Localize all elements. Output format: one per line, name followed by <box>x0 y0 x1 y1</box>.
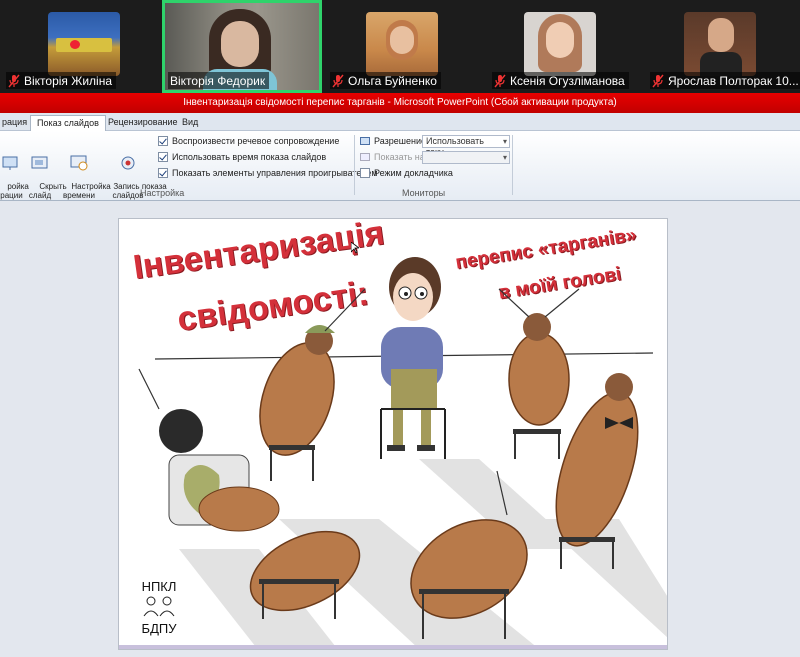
checkbox-box[interactable] <box>158 168 168 178</box>
checkbox-box[interactable] <box>158 136 168 146</box>
participant-video <box>366 12 438 76</box>
slide-workspace: Інвентаризація свідомості: перепис «тарг… <box>0 201 800 657</box>
hide-slide-button[interactable]: Скрыть слайд <box>26 137 67 209</box>
participant-name-bar: Ярослав Полторак 10... <box>650 72 800 89</box>
setup-icon <box>1 155 19 171</box>
group-separator <box>354 135 355 195</box>
ribbon-tabs: рация Показ слайдов Рецензирование Вид <box>0 113 800 131</box>
rehearse-timings-button[interactable]: Настройка времени <box>58 137 111 209</box>
participant-name: Ксенія Огузліманова <box>510 73 625 88</box>
roach-top-right <box>498 288 580 459</box>
participant-strip: Вікторія Жиліна Вікторія Федорик Ольга Б… <box>0 0 800 93</box>
mic-muted-icon <box>332 74 344 88</box>
mic-muted-icon <box>8 74 20 88</box>
window-title: Інвентаризація свідомості перепис тарган… <box>0 93 800 113</box>
slide-canvas[interactable]: Інвентаризація свідомості: перепис «тарг… <box>118 218 668 650</box>
checkbox-presenter-view[interactable]: Режим докладчика <box>360 168 453 178</box>
people-icon <box>143 596 175 617</box>
checkbox-box[interactable] <box>360 168 370 178</box>
monitor-icon <box>360 153 370 161</box>
participant-video <box>684 12 756 76</box>
participant-name: Вікторія Жиліна <box>24 73 113 88</box>
participant-video <box>524 12 596 76</box>
mic-muted-icon <box>652 74 664 88</box>
participant-name-bar: Вікторія Жиліна <box>6 72 117 89</box>
ribbon: ройка грации Скрыть слайд Настройка врем… <box>0 131 800 209</box>
setup-slideshow-button[interactable]: ройка грации <box>0 137 29 209</box>
resolution-row: Разрешение: <box>360 136 428 146</box>
checkbox-box[interactable] <box>158 152 168 162</box>
show-on-row: Показать на: <box>360 152 427 162</box>
monitor-icon <box>360 137 370 145</box>
rehearse-icon <box>70 155 88 171</box>
hide-slide-icon <box>31 155 49 171</box>
participant-tile[interactable]: Ксенія Огузліманова <box>486 0 642 93</box>
roach-with-glasses <box>138 368 280 532</box>
tab-animation[interactable]: рация <box>0 115 33 131</box>
participant-tile[interactable]: Ярослав Полторак 10... <box>644 0 800 93</box>
roach-with-cap <box>259 288 366 481</box>
participant-name: Вікторія Федорик <box>170 73 266 88</box>
participant-name-bar: Ксенія Огузліманова <box>492 72 629 89</box>
tab-review[interactable]: Рецензирование <box>102 115 184 131</box>
school-logo: НПКЛ БДПУ <box>141 579 177 636</box>
participant-name-bar: Ольга Буйненко <box>330 72 441 89</box>
participant-tile-active[interactable]: Вікторія Федорик <box>162 0 322 93</box>
checkbox-narration[interactable]: Воспроизвести речевое сопровождение <box>158 136 339 146</box>
participant-tile[interactable]: Вікторія Жиліна <box>0 0 160 93</box>
tab-view[interactable]: Вид <box>176 115 204 131</box>
record-icon <box>119 155 137 171</box>
slide-bottom-border <box>119 645 667 649</box>
person-figure <box>380 257 446 459</box>
mic-muted-icon <box>494 74 506 88</box>
powerpoint-window: Інвентаризація свідомості перепис тарган… <box>0 93 800 657</box>
participant-name: Ярослав Полторак 10... <box>668 73 799 88</box>
group-label-monitors: Мониторы <box>402 188 446 198</box>
show-on-dropdown[interactable] <box>422 151 510 164</box>
group-label-setup: Настройка <box>140 188 185 198</box>
cockroach-illustration <box>138 257 667 649</box>
resolution-dropdown[interactable]: Использовать теку... <box>422 135 510 157</box>
participant-video <box>48 12 120 76</box>
participant-tile[interactable]: Ольга Буйненко <box>324 0 484 93</box>
checkbox-use-timings[interactable]: Использовать время показа слайдов <box>158 152 326 162</box>
participant-name: Ольга Буйненко <box>348 73 437 88</box>
checkbox-show-controls[interactable]: Показать элементы управления проигрывате… <box>158 168 378 178</box>
group-separator <box>512 135 513 195</box>
participant-name-bar: Вікторія Федорик <box>168 72 270 89</box>
tab-slideshow[interactable]: Показ слайдов <box>30 115 106 131</box>
